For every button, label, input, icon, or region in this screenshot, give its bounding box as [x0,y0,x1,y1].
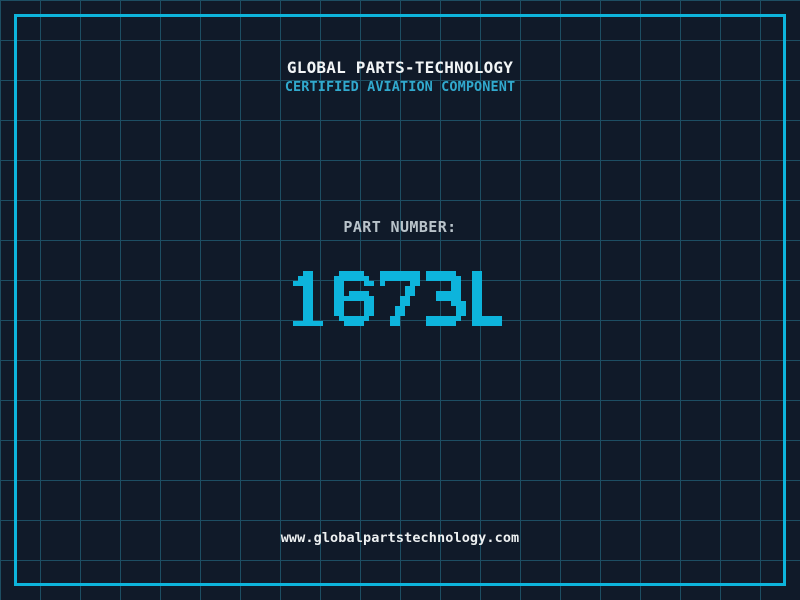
part-number-value: 1673L [0,271,800,326]
certification-tagline: CERTIFIED AVIATION COMPONENT [284,79,516,95]
blueprint-screen: GLOBAL PARTS-TECHNOLOGY CERTIFIED AVIATI… [0,0,800,600]
part-number-digit [334,271,374,326]
company-name: GLOBAL PARTS-TECHNOLOGY [286,57,514,77]
website-url: www.globalpartstechnology.com [280,530,520,546]
part-number-digit [380,271,420,326]
part-number-label: PART NUMBER: [343,218,457,236]
part-number-digit [288,271,328,326]
part-number-digit [472,271,512,326]
part-number-digit [426,271,466,326]
